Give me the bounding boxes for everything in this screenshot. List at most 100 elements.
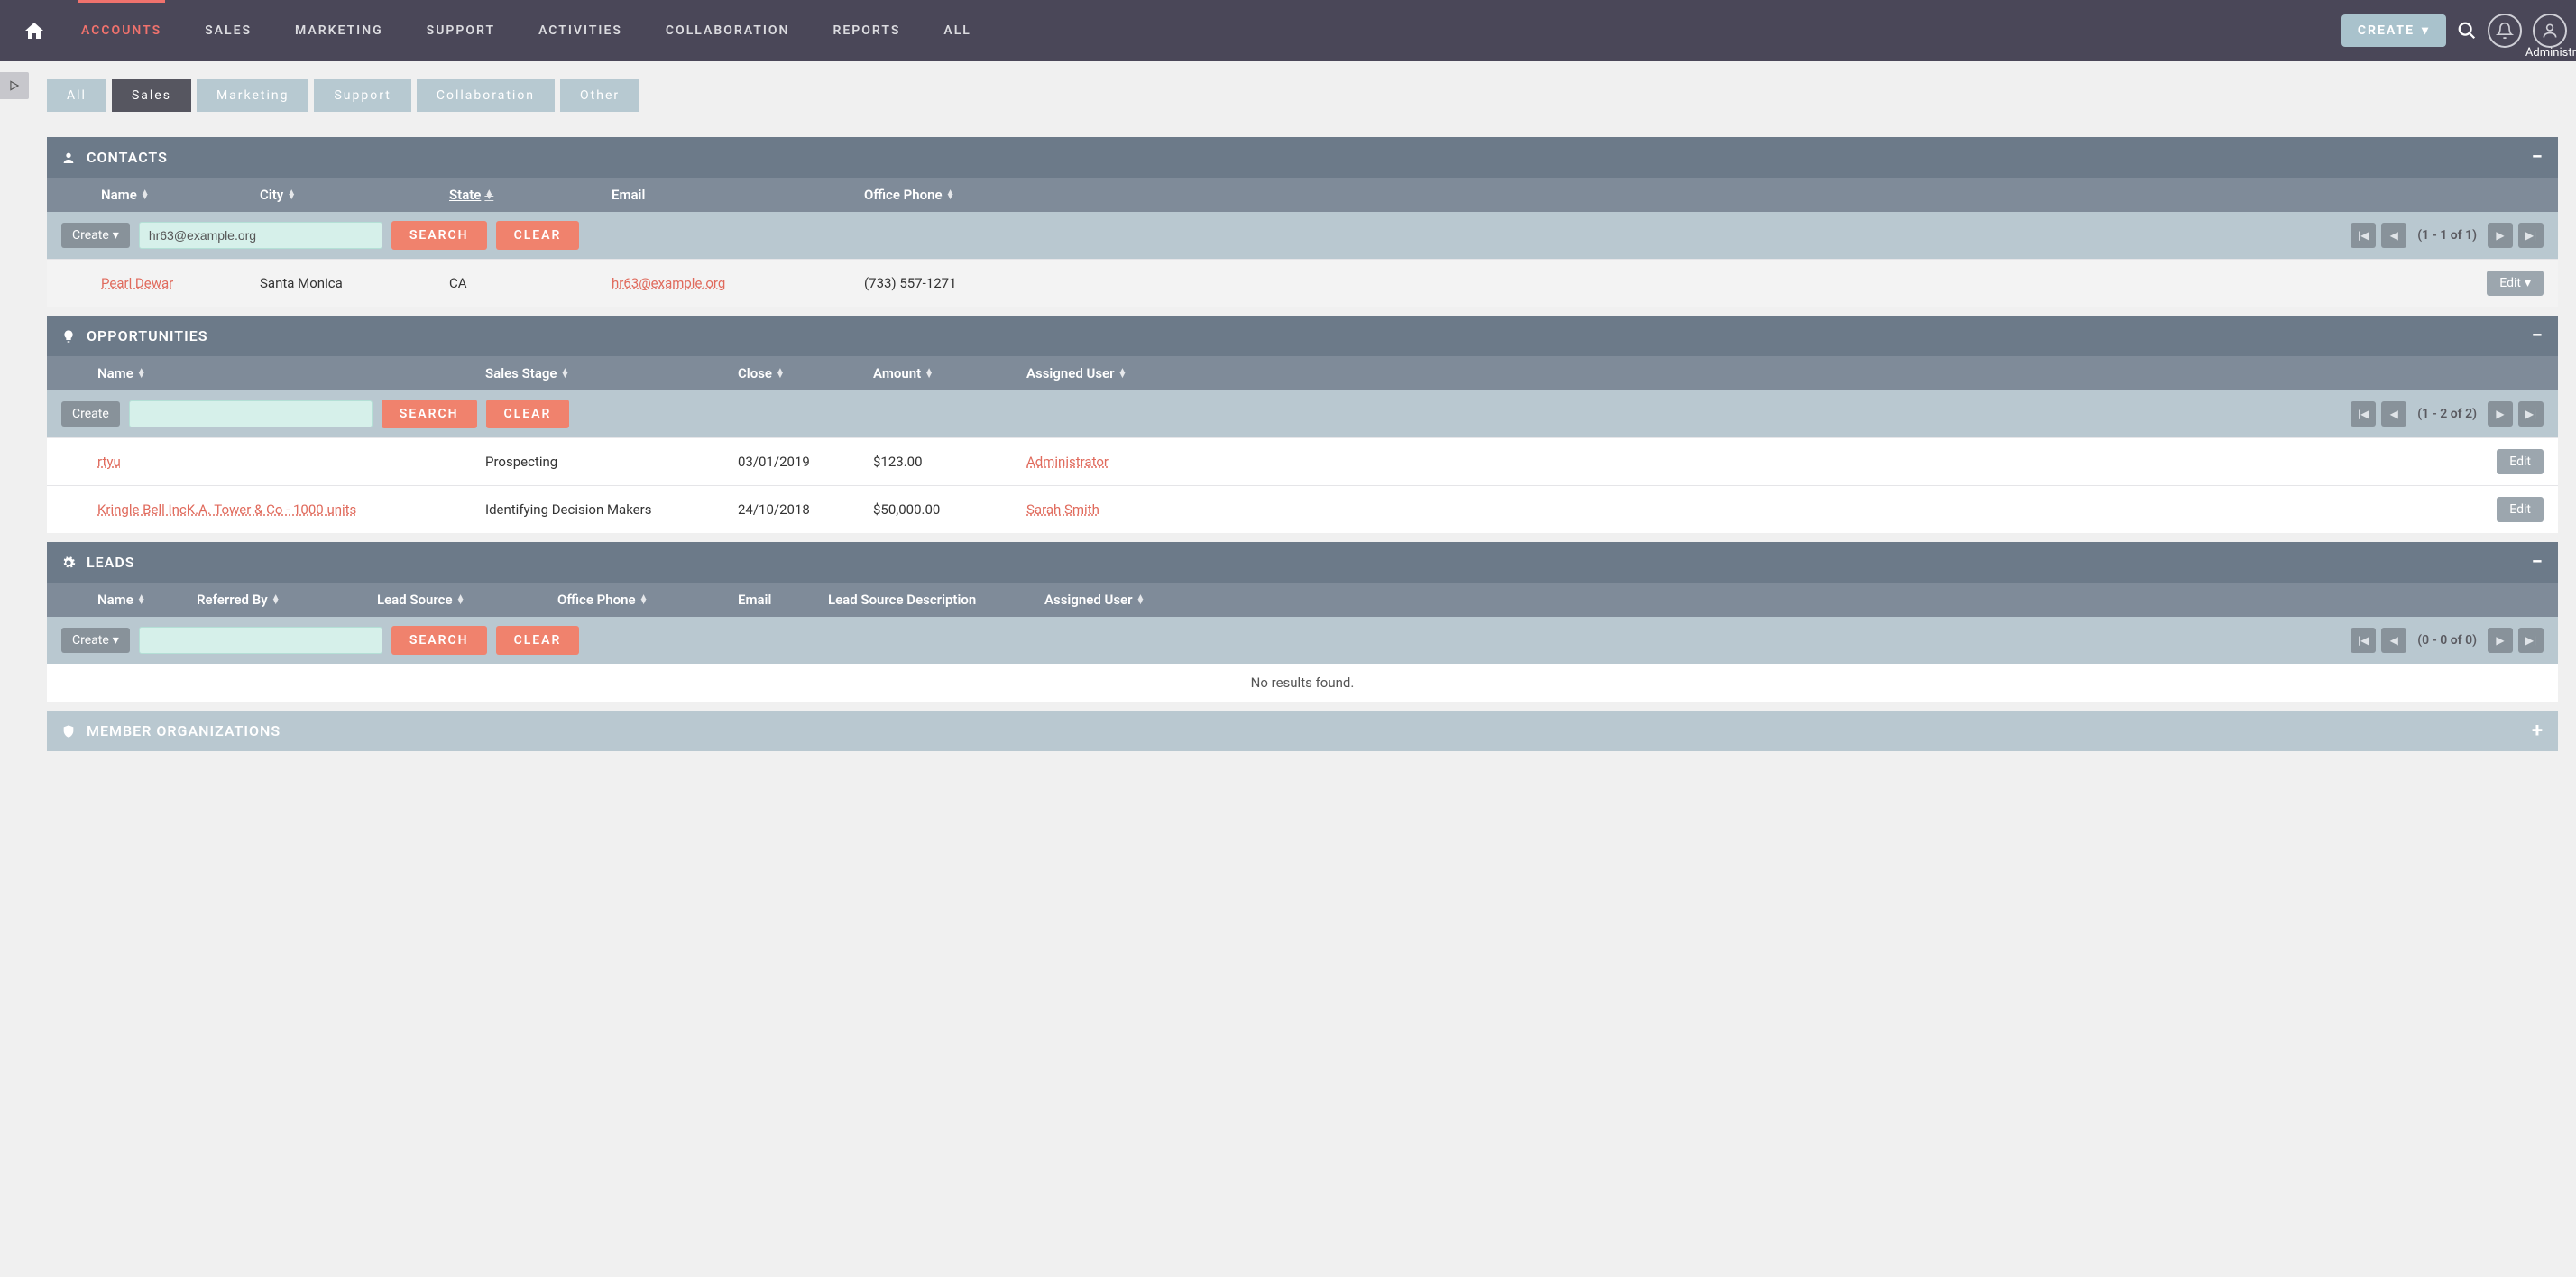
opportunities-search-input[interactable] [129, 400, 373, 427]
leads-search-button[interactable]: SEARCH [391, 626, 487, 655]
subtab-all[interactable]: All [47, 79, 106, 112]
opportunities-search-button[interactable]: SEARCH [382, 400, 477, 428]
search-icon[interactable] [2457, 21, 2477, 41]
edit-button[interactable]: Edit [2497, 449, 2544, 474]
nav-activities[interactable]: ACTIVITIES [517, 0, 644, 61]
opp-assigned-link[interactable]: Sarah Smith [1026, 501, 1099, 518]
pager-next[interactable]: ▶ [2488, 401, 2513, 427]
collapse-icon[interactable]: − [2532, 146, 2544, 169]
sidebar-toggle[interactable] [0, 72, 29, 99]
subtab-marketing[interactable]: Marketing [197, 79, 309, 112]
opportunities-clear-button[interactable]: CLEAR [486, 400, 570, 428]
nav-accounts[interactable]: ACCOUNTS [60, 0, 183, 61]
pager-text: (1 - 2 of 2) [2412, 407, 2482, 421]
col-stage[interactable]: Sales Stage▲▼ [485, 365, 738, 381]
leads-search-input[interactable] [139, 627, 382, 654]
opportunities-columns: Name▲▼ Sales Stage▲▼ Close▲▼ Amount▲▼ As… [47, 356, 2558, 390]
member-orgs-panel: MEMBER ORGANIZATIONS + [47, 711, 2558, 751]
sort-icon: ▲▼ [946, 190, 955, 199]
sort-icon: ▲▼ [287, 190, 296, 199]
opp-assigned-link[interactable]: Administrator [1026, 454, 1109, 470]
opp-stage: Prospecting [485, 454, 738, 470]
user-icon[interactable] [2533, 14, 2567, 48]
contacts-search-button[interactable]: SEARCH [391, 221, 487, 250]
pager-first[interactable]: |◀ [2351, 401, 2376, 427]
col-lead-assigned[interactable]: Assigned User▲▼ [1044, 592, 1207, 608]
table-row: rtyu Prospecting 03/01/2019 $123.00 Admi… [47, 437, 2558, 485]
collapse-icon[interactable]: − [2532, 551, 2544, 574]
sort-icon: ▲▼ [1136, 595, 1145, 604]
col-close[interactable]: Close▲▼ [738, 365, 873, 381]
pager-last[interactable]: ▶| [2518, 223, 2544, 248]
create-button[interactable]: CREATE ▾ [2341, 14, 2446, 47]
contacts-clear-button[interactable]: CLEAR [496, 221, 580, 250]
nav-sales[interactable]: SALES [183, 0, 273, 61]
subtab-collaboration[interactable]: Collaboration [417, 79, 555, 112]
contacts-search-input[interactable] [139, 222, 382, 249]
contact-email-link[interactable]: hr63@example.org [612, 275, 725, 291]
contacts-controls: Create▾ SEARCH CLEAR |◀ ◀ (1 - 1 of 1) ▶… [47, 212, 2558, 259]
leads-clear-button[interactable]: CLEAR [496, 626, 580, 655]
notifications-icon[interactable] [2488, 14, 2522, 48]
pager-last[interactable]: ▶| [2518, 628, 2544, 653]
gear-icon [61, 556, 76, 570]
home-icon[interactable] [9, 20, 60, 41]
nav-support[interactable]: SUPPORT [405, 0, 517, 61]
nav-reports[interactable]: REPORTS [811, 0, 922, 61]
contacts-pager: |◀ ◀ (1 - 1 of 1) ▶ ▶| [2351, 223, 2544, 248]
edit-button[interactable]: Edit▾ [2487, 271, 2544, 296]
pager-next[interactable]: ▶ [2488, 628, 2513, 653]
col-opp-name[interactable]: Name▲▼ [61, 365, 485, 381]
opportunities-title: OPPORTUNITIES [87, 327, 208, 345]
table-row: Kringle Bell IncK.A. Tower & Co - 1000 u… [47, 485, 2558, 533]
pager-prev[interactable]: ◀ [2381, 401, 2406, 427]
shield-icon [61, 724, 76, 739]
col-referred[interactable]: Referred By▲▼ [197, 592, 377, 608]
col-lead-email[interactable]: Email [738, 592, 828, 608]
pager-prev[interactable]: ◀ [2381, 628, 2406, 653]
pager-next[interactable]: ▶ [2488, 223, 2513, 248]
create-button-label: CREATE [2358, 23, 2415, 38]
person-icon [61, 151, 76, 165]
contact-name-link[interactable]: Pearl Dewar [101, 275, 173, 291]
subtab-other[interactable]: Other [560, 79, 639, 112]
col-name[interactable]: Name▲▼ [61, 187, 260, 203]
col-phone[interactable]: Office Phone▲▼ [864, 187, 1099, 203]
col-source[interactable]: Lead Source▲▼ [377, 592, 557, 608]
pager-first[interactable]: |◀ [2351, 628, 2376, 653]
contacts-columns: Name▲▼ City▲▼ State▲▼ Email Office Phone… [47, 178, 2558, 212]
opp-name-link[interactable]: rtyu [97, 454, 121, 470]
leads-create-button[interactable]: Create▾ [61, 628, 130, 653]
opp-amount: $50,000.00 [873, 501, 1026, 518]
subtab-sales[interactable]: Sales [112, 79, 191, 112]
leads-pager: |◀ ◀ (0 - 0 of 0) ▶ ▶| [2351, 628, 2544, 653]
opp-amount: $123.00 [873, 454, 1026, 470]
leads-title: LEADS [87, 554, 135, 571]
sort-icon: ▲▼ [141, 190, 150, 199]
pager-last[interactable]: ▶| [2518, 401, 2544, 427]
nav-all[interactable]: ALL [922, 0, 992, 61]
col-lead-phone[interactable]: Office Phone▲▼ [557, 592, 738, 608]
pager-prev[interactable]: ◀ [2381, 223, 2406, 248]
sort-icon: ▲▼ [137, 595, 146, 604]
contact-city: Santa Monica [260, 275, 449, 291]
nav-collaboration[interactable]: COLLABORATION [644, 0, 812, 61]
subtab-support[interactable]: Support [314, 79, 410, 112]
edit-button[interactable]: Edit [2497, 497, 2544, 522]
col-state[interactable]: State▲▼ [449, 187, 612, 203]
col-email[interactable]: Email [612, 187, 864, 203]
pager-first[interactable]: |◀ [2351, 223, 2376, 248]
opportunities-create-button[interactable]: Create [61, 401, 120, 427]
subtabs: All Sales Marketing Support Collaboratio… [47, 79, 2558, 112]
expand-icon[interactable]: + [2532, 720, 2544, 742]
col-amount[interactable]: Amount▲▼ [873, 365, 1026, 381]
sort-icon: ▲▼ [456, 595, 465, 604]
col-city[interactable]: City▲▼ [260, 187, 449, 203]
nav-marketing[interactable]: MARKETING [273, 0, 405, 61]
collapse-icon[interactable]: − [2532, 325, 2544, 347]
contacts-create-button[interactable]: Create▾ [61, 223, 130, 248]
col-lead-name[interactable]: Name▲▼ [61, 592, 197, 608]
opp-name-link[interactable]: Kringle Bell IncK.A. Tower & Co - 1000 u… [97, 501, 356, 518]
col-assigned[interactable]: Assigned User▲▼ [1026, 365, 1207, 381]
col-lead-desc[interactable]: Lead Source Description [828, 592, 1044, 608]
